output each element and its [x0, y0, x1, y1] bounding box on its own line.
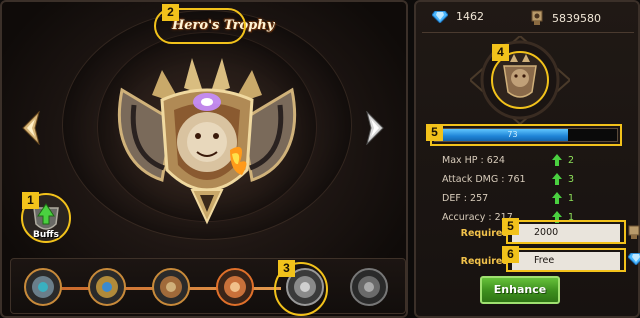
gold-count: 5839580: [552, 11, 601, 25]
callout-6: 6: [502, 246, 519, 263]
callout-5-portrait: 4: [492, 44, 509, 61]
level-node-2[interactable]: [87, 267, 127, 307]
enhance-panel: 1462 5839580 4 73 5 Max HP : 624 2 Attac…: [414, 0, 640, 318]
gold-trophy-icon: [531, 10, 543, 25]
trophy-level-selector: [10, 258, 406, 314]
requirement-label: Requires: [460, 256, 508, 267]
stat-label: DEF : 257: [442, 193, 489, 204]
callout-1: 1: [22, 192, 39, 209]
progress-highlight-box: [430, 124, 622, 146]
gold-trophy-icon: [628, 225, 640, 239]
level-node-3[interactable]: [151, 267, 191, 307]
trophy-portrait: [470, 36, 570, 124]
buffs-label: Buffs: [33, 230, 59, 240]
stat-row-def: DEF : 257 1: [442, 190, 622, 209]
level-node-4[interactable]: [215, 267, 255, 307]
stats-list: Max HP : 624 2 Attack DMG : 761 3 DEF : …: [442, 152, 622, 228]
level-3-medal-icon: [152, 268, 190, 306]
stat-row-attack: Attack DMG : 761 3: [442, 171, 622, 190]
stat-bonus: 2: [568, 155, 575, 166]
next-trophy-button[interactable]: [364, 110, 386, 146]
chevron-right-icon: [366, 111, 384, 145]
callout-2: 2: [162, 4, 179, 21]
gem-icon: [432, 10, 448, 23]
gold-balance: 5839580: [530, 10, 601, 26]
stat-bonus: 1: [568, 193, 575, 204]
gem-balance: 1462: [432, 10, 484, 23]
currency-row: 1462 5839580: [430, 10, 630, 28]
callout-4: 5: [426, 124, 443, 141]
level-node-1[interactable]: [23, 267, 63, 307]
callout-3: 3: [278, 260, 295, 277]
requirement-gold-highlight: [506, 220, 626, 244]
gem-count: 1462: [456, 10, 484, 23]
arrow-up-icon: [552, 173, 562, 185]
trophy-panel: 2 Hero's Trophy Buffs 1 3: [0, 0, 408, 318]
gem-icon: [628, 253, 640, 265]
level-1-medal-icon: [24, 268, 62, 306]
level-6-medal-icon: [350, 268, 388, 306]
requirement-gem-highlight: [506, 248, 626, 272]
enhance-button[interactable]: Enhance: [480, 276, 560, 304]
callout-5-requirement: 5: [502, 218, 519, 235]
stat-row-max-hp: Max HP : 624 2: [442, 152, 622, 171]
hero-trophy-emblem: [117, 58, 297, 225]
level-4-medal-icon: [216, 268, 254, 306]
level-2-medal-icon: [88, 268, 126, 306]
level-node-6-locked[interactable]: [349, 267, 389, 307]
arrow-up-icon: [552, 154, 562, 166]
chevron-left-icon: [22, 111, 40, 145]
stat-label: Max HP : 624: [442, 155, 505, 166]
arrow-up-icon: [552, 192, 562, 204]
divider: [422, 32, 634, 33]
previous-trophy-button[interactable]: [20, 110, 42, 146]
requirement-label: Requires: [460, 228, 508, 239]
stat-bonus: 3: [568, 174, 575, 185]
stat-label: Attack DMG : 761: [442, 174, 526, 185]
